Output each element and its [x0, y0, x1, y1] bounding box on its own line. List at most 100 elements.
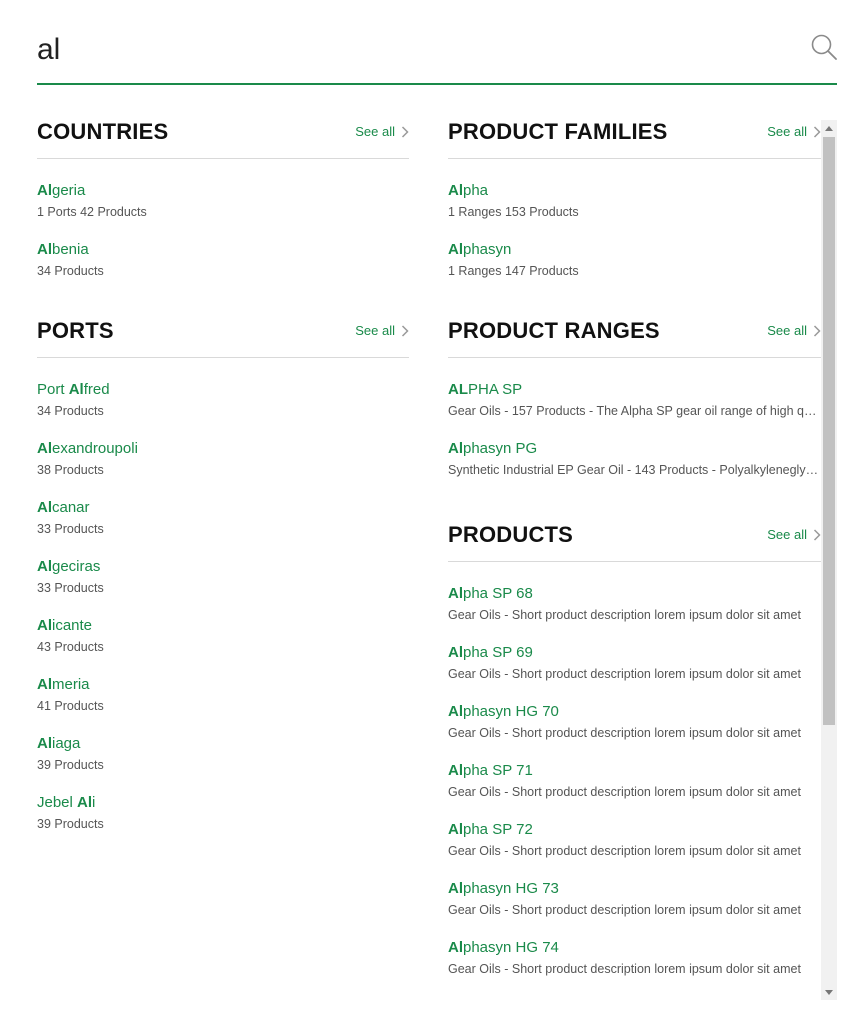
result-title-suffix: PHA SP: [468, 381, 523, 398]
result-title-suffix: canar: [52, 499, 90, 516]
result-title-suffix: phasyn HG 70: [463, 703, 559, 720]
ports-section: PORTS See all Port Alfred 34 Products Alex…: [37, 311, 409, 834]
chevron-right-icon: [813, 528, 821, 541]
result-title-suffix: benia: [52, 241, 89, 258]
result-title[interactable]: Alexandroupoli: [37, 439, 409, 459]
result-title-prefix: Port: [37, 381, 69, 398]
result-subtitle: Gear Oils - Short product description lo…: [448, 667, 801, 681]
result-item[interactable]: Alpha SP 71 Gear Oils - Short product des…: [448, 761, 821, 802]
result-subtitle: 39 Products: [37, 758, 104, 772]
result-item[interactable]: Alphasyn HG 73 Gear Oils - Short product …: [448, 879, 821, 920]
result-title[interactable]: Albenia: [37, 240, 409, 260]
result-title[interactable]: Algeria: [37, 181, 409, 201]
result-title-suffix: iaga: [52, 735, 81, 752]
result-title[interactable]: Alpha SP 69: [448, 643, 821, 663]
result-title-match: Al: [448, 644, 463, 661]
result-title[interactable]: Algeciras: [37, 557, 409, 577]
see-all-products-link[interactable]: See all: [767, 527, 821, 542]
result-item[interactable]: Almeria 41 Products: [37, 675, 409, 716]
result-title[interactable]: Alpha SP 68: [448, 584, 821, 604]
see-all-product-ranges-link[interactable]: See all: [767, 323, 821, 338]
result-title-match: Al: [77, 794, 93, 811]
result-title[interactable]: Alphasyn HG 74: [448, 938, 821, 958]
result-title[interactable]: Alpha: [448, 181, 821, 201]
result-item[interactable]: Alphasyn PG Synthetic Industrial EP Gear …: [448, 439, 821, 480]
results-scrollbar[interactable]: [821, 120, 837, 1000]
scrollbar-thumb[interactable]: [823, 137, 835, 725]
result-item[interactable]: Alpha SP 68 Gear Oils - Short product des…: [448, 584, 821, 625]
section-header: PRODUCTS See all: [448, 515, 821, 562]
result-title-match: Al: [37, 735, 52, 752]
see-all-product-families-link[interactable]: See all: [767, 124, 821, 139]
product-ranges-section: PRODUCT RANGES See all ALPHA SP Gear Oils…: [448, 311, 821, 480]
result-title[interactable]: Alcanar: [37, 498, 409, 518]
result-title-match: Al: [448, 821, 463, 838]
result-item[interactable]: Aliaga 39 Products: [37, 734, 409, 775]
arrow-up-icon[interactable]: [821, 120, 837, 136]
result-title-match: AL: [448, 381, 468, 398]
result-title[interactable]: Aliaga: [37, 734, 409, 754]
search-input[interactable]: [37, 30, 777, 70]
see-all-ports-link[interactable]: See all: [355, 323, 409, 338]
result-title-suffix: pha SP 68: [463, 585, 533, 602]
search-icon[interactable]: [811, 34, 837, 60]
result-item[interactable]: Alcanar 33 Products: [37, 498, 409, 539]
arrow-down-icon[interactable]: [821, 984, 837, 1000]
result-title[interactable]: Jebel Ali: [37, 793, 409, 813]
result-item[interactable]: Port Alfred 34 Products: [37, 380, 409, 421]
result-title[interactable]: Almeria: [37, 675, 409, 695]
result-item[interactable]: Alphasyn HG 74 Gear Oils - Short product …: [448, 938, 821, 979]
result-title-suffix: pha SP 72: [463, 821, 533, 838]
result-item[interactable]: Albenia 34 Products: [37, 240, 409, 281]
result-item[interactable]: Alpha 1 Ranges 153 Products: [448, 181, 821, 222]
result-title[interactable]: ALPHA SP: [448, 380, 821, 400]
result-title-suffix: icante: [52, 617, 93, 634]
result-title[interactable]: Alphasyn HG 73: [448, 879, 821, 899]
result-title-match: Al: [37, 241, 52, 258]
result-item[interactable]: Jebel Ali 39 Products: [37, 793, 409, 834]
result-title[interactable]: Alphasyn: [448, 240, 821, 260]
result-item[interactable]: Alicante 43 Products: [37, 616, 409, 657]
result-item[interactable]: Alphasyn 1 Ranges 147 Products: [448, 240, 821, 281]
result-title[interactable]: Alpha SP 71: [448, 761, 821, 781]
result-subtitle: 34 Products: [37, 264, 104, 278]
result-subtitle: 1 Ranges 147 Products: [448, 264, 579, 278]
result-item[interactable]: Alpha SP 72 Gear Oils - Short product des…: [448, 820, 821, 861]
result-subtitle: 33 Products: [37, 522, 104, 536]
product-families-section: PRODUCT FAMILIES See all Alpha 1 Ranges 1…: [448, 112, 821, 281]
countries-section: COUNTRIES See all Algeria 1 Ports 42 Prod…: [37, 112, 409, 281]
result-item[interactable]: Alexandroupoli 38 Products: [37, 439, 409, 480]
result-item[interactable]: ALPHA SP Gear Oils - 157 Products - The A…: [448, 380, 821, 421]
result-title-match: Al: [448, 939, 463, 956]
result-title-prefix: Jebel: [37, 794, 78, 811]
result-subtitle: Gear Oils - Short product description lo…: [448, 726, 801, 740]
result-title-match: Al: [37, 440, 52, 457]
result-title[interactable]: Alphasyn HG 70: [448, 702, 821, 722]
result-item[interactable]: Alphasyn HG 70 Gear Oils - Short product …: [448, 702, 821, 743]
result-item[interactable]: Alpha SP 69 Gear Oils - Short product des…: [448, 643, 821, 684]
result-title-suffix: geria: [52, 182, 86, 199]
search-bar: [37, 22, 837, 85]
result-title[interactable]: Alicante: [37, 616, 409, 636]
result-title[interactable]: Alpha SP 72: [448, 820, 821, 840]
section-header: PORTS See all: [37, 311, 409, 358]
result-item[interactable]: Algeria 1 Ports 42 Products: [37, 181, 409, 222]
result-subtitle: Synthetic Industrial EP Gear Oil - 143 P…: [448, 463, 821, 477]
products-section: PRODUCTS See all Alpha SP 68 Gear Oils - …: [448, 515, 821, 979]
result-title-match: Al: [37, 676, 52, 693]
result-subtitle: 38 Products: [37, 463, 104, 477]
result-title-suffix: meria: [52, 676, 90, 693]
result-subtitle: 33 Products: [37, 581, 104, 595]
result-title[interactable]: Port Alfred: [37, 380, 409, 400]
chevron-right-icon: [401, 125, 409, 138]
result-item[interactable]: Algeciras 33 Products: [37, 557, 409, 598]
result-subtitle: 39 Products: [37, 817, 104, 831]
see-all-countries-link[interactable]: See all: [355, 124, 409, 139]
see-all-label: See all: [355, 124, 395, 139]
result-title[interactable]: Alphasyn PG: [448, 439, 821, 459]
result-subtitle: 41 Products: [37, 699, 104, 713]
result-subtitle: Gear Oils - Short product description lo…: [448, 962, 801, 976]
result-title-suffix: pha: [463, 182, 489, 199]
results-right-column: PRODUCT FAMILIES See all Alpha 1 Ranges 1…: [448, 112, 821, 979]
